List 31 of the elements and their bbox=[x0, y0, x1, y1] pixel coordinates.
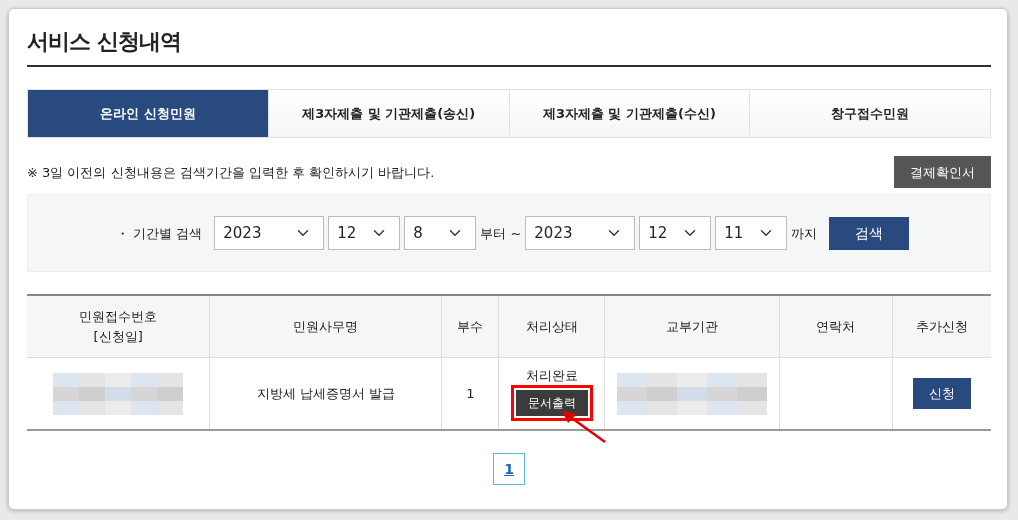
status-text: 처리완료 bbox=[524, 366, 579, 385]
range-label: 까지 bbox=[791, 224, 818, 243]
range-label: 부터 ~ bbox=[480, 224, 522, 243]
column-header: 부수 bbox=[442, 295, 499, 358]
page-button[interactable]: 1 bbox=[493, 453, 525, 486]
tab[interactable]: 온라인 신청민원 bbox=[28, 90, 268, 138]
column-header: 처리상태 bbox=[498, 295, 605, 358]
month-select[interactable]: 12 bbox=[639, 216, 712, 251]
month-select[interactable]: 12 bbox=[328, 216, 401, 251]
day-select[interactable]: 11 bbox=[715, 216, 788, 251]
column-header: 민원접수번호 [신청일] bbox=[27, 295, 210, 358]
payment-confirm-button[interactable]: 결제확인서 bbox=[894, 156, 991, 189]
search-button[interactable]: 검색 bbox=[829, 216, 910, 250]
tab[interactable]: 창구접수민원 bbox=[749, 90, 990, 138]
page-title: 서비스 신청내역 bbox=[27, 29, 991, 68]
year-select[interactable]: 2023 bbox=[525, 216, 636, 251]
column-header: 추가신청 bbox=[892, 295, 991, 358]
arrow bbox=[561, 409, 608, 444]
print-button[interactable]: 문서출력 bbox=[515, 390, 588, 417]
day-select[interactable]: 8 bbox=[404, 216, 477, 251]
table-cell: 지방세 납세증명서 발급 bbox=[256, 385, 395, 401]
table-cell: 1 bbox=[466, 385, 475, 401]
column-header: 연락처 bbox=[779, 295, 893, 358]
notice-text: ※ 3일 이전의 신청내용은 검색기간을 입력한 후 확인하시기 바랍니다. bbox=[27, 163, 435, 182]
apply-button[interactable]: 신청 bbox=[912, 377, 971, 410]
column-header: 민원사무명 bbox=[209, 295, 442, 358]
search-label: ・ 기간별 검색 bbox=[116, 224, 203, 243]
tab[interactable]: 제3자제출 및 기관제출(수신) bbox=[508, 90, 750, 138]
year-select[interactable]: 2023 bbox=[214, 216, 325, 251]
column-header: 교부기관 bbox=[604, 295, 780, 358]
tab[interactable]: 제3자제출 및 기관제출(송신) bbox=[267, 90, 509, 138]
